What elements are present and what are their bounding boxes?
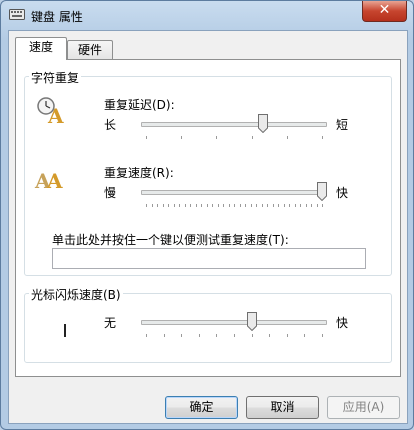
slider-track [141, 320, 327, 325]
repeat-rate-label: 重复速度(R): [104, 166, 174, 180]
slider-tick [251, 204, 252, 207]
slider-tick [196, 204, 197, 207]
slider-tick [223, 204, 224, 207]
slider-tick [300, 204, 301, 207]
slider-tick [207, 204, 208, 207]
slider-thumb[interactable] [317, 182, 327, 201]
double-a-icon: A A [34, 169, 63, 192]
ok-button[interactable]: 确定 [165, 396, 238, 419]
repeat-rate-max-label: 快 [336, 186, 349, 200]
slider-tick [317, 204, 318, 207]
slider-tick [322, 334, 323, 337]
slider-tick [284, 204, 285, 207]
slider-tick [190, 204, 191, 207]
slider-tick [256, 204, 257, 207]
repeat-delay-slider[interactable] [141, 114, 327, 140]
slider-tick [218, 204, 219, 207]
slider-tick [168, 204, 169, 207]
slider-tick [262, 204, 263, 207]
cursor-blink-group-title: 光标闪烁速度(B) [29, 286, 123, 303]
slider-tick [273, 204, 274, 207]
slider-tick [278, 204, 279, 207]
slider-tick [245, 204, 246, 207]
slider-tick [181, 334, 182, 337]
slider-tick [269, 334, 270, 337]
slider-tick [181, 136, 182, 139]
slider-tick [311, 204, 312, 207]
tab-hardware[interactable]: 硬件 [67, 40, 113, 61]
keyboard-icon [9, 9, 25, 20]
char-repeat-group-title: 字符重复 [29, 69, 82, 86]
slider-tick [163, 204, 164, 207]
slider-tick [252, 334, 253, 337]
slider-tick [234, 334, 235, 337]
slider-tick [322, 136, 323, 139]
tab-speed-label: 速度 [28, 40, 53, 54]
slider-tick [229, 204, 230, 207]
slider-tick [295, 204, 296, 207]
slider-tick [304, 334, 305, 337]
slider-tick [212, 204, 213, 207]
slider-tick [216, 334, 217, 337]
slider-track [141, 190, 327, 195]
repeat-test-input[interactable] [52, 248, 366, 269]
slider-ticks [141, 334, 327, 338]
slider-track [141, 122, 327, 127]
slider-tick [252, 136, 253, 139]
svg-text:A: A [46, 169, 63, 192]
slider-tick [267, 204, 268, 207]
repeat-delay-max-label: 短 [336, 118, 349, 132]
window-title: 键盘 属性 [31, 10, 83, 24]
slider-tick [240, 204, 241, 207]
cursor-blink-slider[interactable] [141, 312, 327, 338]
slider-tick [322, 204, 323, 207]
slider-tick [152, 204, 153, 207]
slider-thumb[interactable] [247, 312, 257, 331]
apply-button[interactable]: 应用(A) [327, 396, 400, 419]
tab-speed[interactable]: 速度 [15, 37, 67, 60]
slider-tick [306, 204, 307, 207]
slider-thumb[interactable] [258, 114, 268, 133]
slider-ticks [141, 204, 327, 208]
slider-tick [185, 204, 186, 207]
slider-tick [146, 136, 147, 139]
slider-tick [179, 204, 180, 207]
repeat-test-label: 单击此处并按住一个键以便测试重复速度(T): [52, 233, 289, 247]
slider-tick [287, 334, 288, 337]
slider-tick [146, 204, 147, 207]
clock-a-icon: A [37, 97, 64, 125]
slider-tick [201, 204, 202, 207]
slider-tick [174, 204, 175, 207]
repeat-delay-label: 重复延迟(D): [104, 98, 175, 112]
keyboard-properties-window: 键盘 属性 ✕ 速度 硬件 字符重复 A 重复延迟(D): 长 短 A A 重复… [0, 0, 414, 430]
slider-tick [146, 334, 147, 337]
repeat-delay-min-label: 长 [104, 118, 117, 132]
cursor-blink-min-label: 无 [104, 316, 117, 330]
slider-tick [216, 136, 217, 139]
text-cursor-icon [64, 324, 66, 337]
cursor-blink-max-label: 快 [336, 316, 349, 330]
cancel-button[interactable]: 取消 [246, 396, 319, 419]
close-icon: ✕ [378, 2, 391, 18]
close-button[interactable]: ✕ [362, 1, 407, 22]
repeat-rate-slider[interactable] [141, 182, 327, 208]
dialog-body: 速度 硬件 字符重复 A 重复延迟(D): 长 短 A A 重复速度(R): 慢… [8, 30, 408, 424]
speed-tab-panel: 字符重复 A 重复延迟(D): 长 短 A A 重复速度(R): 慢 快 单击此… [15, 59, 401, 377]
slider-tick [287, 136, 288, 139]
slider-ticks [141, 136, 327, 140]
svg-text:A: A [47, 104, 64, 125]
slider-tick [199, 334, 200, 337]
repeat-rate-min-label: 慢 [104, 186, 117, 200]
slider-tick [234, 204, 235, 207]
slider-tick [157, 204, 158, 207]
slider-tick [289, 204, 290, 207]
title-bar[interactable]: 键盘 属性 ✕ [1, 1, 413, 29]
slider-tick [164, 334, 165, 337]
tab-hardware-label: 硬件 [77, 43, 102, 57]
